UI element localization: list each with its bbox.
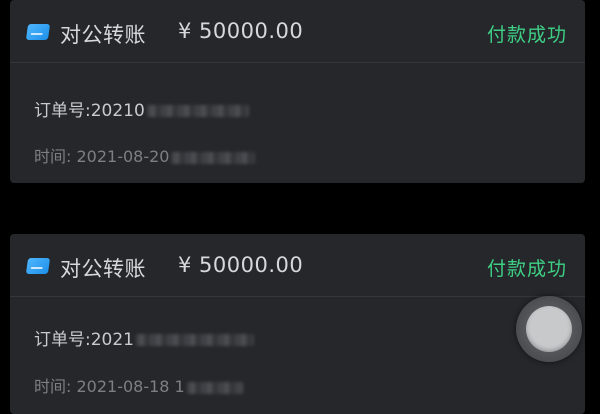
transfer-card-icon <box>25 258 51 274</box>
transaction-card-header: 对公转账 ¥ 50000.00 付款成功 <box>10 0 585 63</box>
order-number-row: 订单号:2021 <box>34 325 254 350</box>
payment-status: 付款成功 <box>486 258 567 280</box>
time-row: 时间: 2021-08-20 <box>34 143 256 167</box>
redacted-blur <box>171 151 256 164</box>
redacted-blur <box>146 105 249 117</box>
assistive-touch-inner-icon <box>526 306 572 352</box>
transaction-amount: ¥ 50000.00 <box>178 253 304 277</box>
order-number-value: 20210 <box>90 101 145 121</box>
assistive-touch-button[interactable] <box>516 296 582 362</box>
payment-status: 付款成功 <box>486 24 567 46</box>
transaction-type: 对公转账 <box>60 257 146 281</box>
order-number-value: 2021 <box>90 330 134 350</box>
transaction-type: 对公转账 <box>60 23 146 47</box>
redacted-blur <box>186 381 243 394</box>
transaction-card[interactable]: 对公转账 ¥ 50000.00 付款成功 订单号:2021 时间: 2021-0… <box>10 234 585 414</box>
time-value: 2021-08-18 1 <box>76 377 185 396</box>
transaction-amount: ¥ 50000.00 <box>178 19 304 43</box>
time-row: 时间: 2021-08-18 1 <box>34 373 243 397</box>
order-number-label: 订单号: <box>34 101 91 121</box>
time-label: 时间: <box>34 377 77 396</box>
time-label: 时间: <box>34 147 77 166</box>
order-number-label: 订单号: <box>34 330 91 350</box>
order-number-row: 订单号:20210 <box>34 96 249 121</box>
redacted-blur <box>136 334 254 346</box>
transaction-card[interactable]: 对公转账 ¥ 50000.00 付款成功 订单号:20210 时间: 2021-… <box>10 0 585 183</box>
transaction-card-header: 对公转账 ¥ 50000.00 付款成功 <box>10 234 585 297</box>
transfer-card-icon <box>25 24 51 40</box>
time-value: 2021-08-20 <box>76 147 170 166</box>
